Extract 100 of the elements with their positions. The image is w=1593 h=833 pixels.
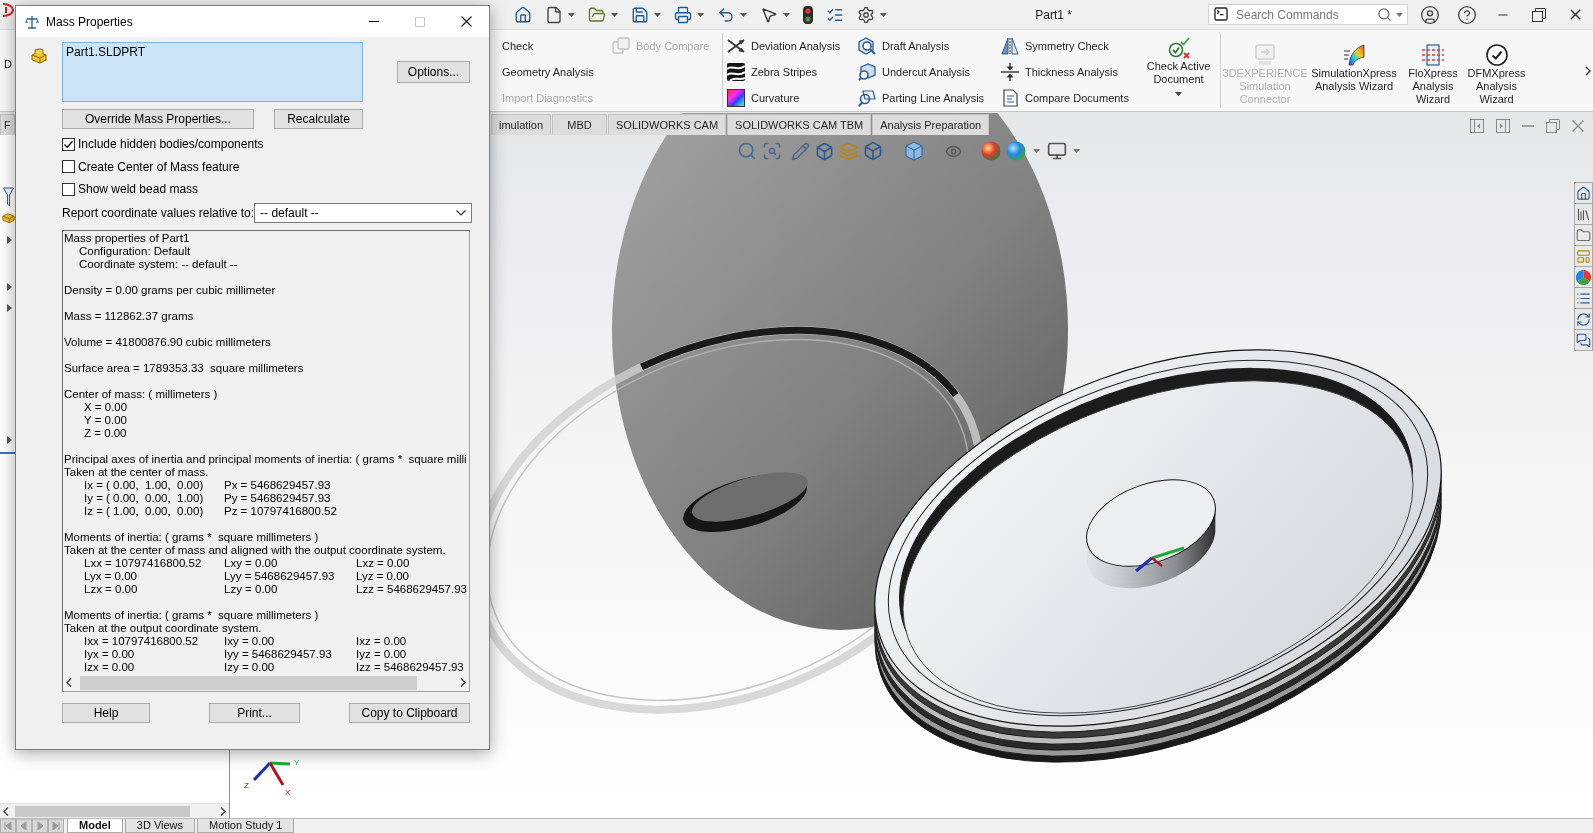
document-title: Part1 * — [1035, 7, 1072, 22]
caret-icon[interactable] — [697, 12, 704, 17]
ribbon-large-command[interactable]: FloXpress Analysis Wizard — [1403, 44, 1463, 106]
ribbon-command[interactable]: Curvature — [727, 85, 800, 111]
task-pane-tab[interactable] — [1574, 329, 1593, 351]
checkbox-label: Include hidden bodies/components — [78, 137, 264, 152]
recalculate-button[interactable]: Recalculate — [274, 109, 363, 129]
chevron-right-icon[interactable] — [1585, 65, 1591, 76]
task-pane-tab[interactable] — [1574, 266, 1593, 288]
panel-right-icon[interactable] — [1496, 118, 1510, 133]
task-pane-tab[interactable] — [1574, 224, 1593, 246]
close-icon[interactable] — [460, 16, 472, 27]
expand-arrow-icon[interactable] — [7, 436, 12, 444]
expand-arrow-icon[interactable] — [7, 283, 12, 291]
home-icon[interactable] — [514, 5, 532, 24]
ribbon-tab[interactable]: MBD — [552, 114, 608, 135]
ribbon-tab[interactable]: SOLIDWORKS CAM TBM — [727, 114, 872, 135]
expand-arrow-icon[interactable] — [7, 304, 12, 312]
task-pane-tab[interactable] — [1574, 308, 1593, 330]
ribbon-command[interactable]: Undercut Analysis — [858, 59, 971, 85]
horizontal-scrollbar[interactable] — [63, 674, 469, 691]
restore-icon[interactable] — [1532, 7, 1546, 22]
checkbox[interactable] — [62, 160, 75, 174]
view-tab[interactable]: 3D Views — [124, 819, 196, 833]
axis-triad-icon — [1135, 546, 1185, 573]
ribbon-command[interactable]: Thickness Analysis — [1001, 59, 1118, 85]
ribbon-large-command[interactable]: Check Active Document — [1141, 37, 1216, 96]
balance-scale-icon — [25, 14, 39, 29]
scroll-left-icon[interactable] — [3, 806, 9, 816]
task-pane-tab[interactable] — [1574, 287, 1593, 309]
caret-icon[interactable] — [1175, 92, 1182, 96]
caret-icon[interactable] — [654, 12, 661, 17]
panel-left-icon[interactable] — [1470, 118, 1484, 133]
result-text: Taken at the center of mass and aligned with the output coordinate system. — [64, 543, 446, 556]
ribbon-tab[interactable]: Analysis Preparation — [872, 114, 990, 135]
caret-icon[interactable] — [1396, 12, 1403, 17]
ribbon-command[interactable]: Parting Line Analysis — [858, 85, 985, 111]
scroll-right-icon[interactable] — [220, 806, 226, 816]
dialog-button[interactable]: Print... — [209, 702, 300, 723]
scroll-right-icon[interactable] — [460, 678, 466, 687]
caret-icon[interactable] — [740, 12, 747, 17]
part-icon[interactable] — [2, 210, 15, 224]
ribbon-large-command[interactable]: DFMXpress Analysis Wizard — [1463, 44, 1530, 106]
ribbon-command[interactable]: Geometry Analysis — [502, 59, 594, 85]
scrollbar-thumb[interactable] — [15, 805, 190, 817]
checkbox[interactable] — [62, 137, 75, 151]
scrollbar-thumb[interactable] — [80, 675, 417, 690]
coordinate-dropdown[interactable]: -- default -- — [254, 202, 473, 223]
result-text: Ix = ( 0.00, 1.00, 0.00) — [84, 478, 205, 492]
horizontal-scrollbar[interactable] — [0, 803, 229, 818]
overlapping-boxes-icon — [612, 37, 630, 55]
undo-icon[interactable] — [717, 5, 735, 24]
caret-icon[interactable] — [880, 12, 887, 17]
results-pane[interactable] — [62, 229, 470, 692]
ribbon-command[interactable]: Draft Analysis — [858, 33, 950, 59]
ribbon-tab[interactable]: F — [0, 114, 15, 135]
ribbon-command[interactable]: Symmetry Check — [1001, 33, 1109, 59]
selection-box[interactable]: Part1.SLDPRT — [62, 42, 363, 102]
view-tab[interactable]: Model — [67, 819, 123, 833]
checkbox[interactable] — [62, 182, 75, 196]
result-text: Ixz = 0.00 — [356, 634, 408, 648]
ribbon-tab[interactable]: imulation — [491, 114, 552, 135]
monitor-icon[interactable] — [1047, 141, 1067, 161]
options-button[interactable]: Options... — [397, 61, 470, 83]
save-icon[interactable] — [631, 5, 649, 24]
result-text: Ixx = 10797416800.52 — [84, 634, 200, 648]
dialog-button[interactable]: Help — [62, 702, 150, 723]
result-text: Lyy = 5468629457.93 — [224, 569, 336, 583]
printer-icon[interactable] — [674, 5, 692, 24]
ribbon-command[interactable]: Deviation Analysis — [727, 33, 841, 59]
ribbon-command[interactable]: Check — [502, 33, 534, 59]
search-icon[interactable] — [1377, 7, 1392, 22]
expand-arrow-icon[interactable] — [7, 236, 12, 244]
caret-icon[interactable] — [568, 12, 575, 17]
view-tab[interactable]: Motion Study 1 — [197, 819, 295, 833]
scroll-left-icon[interactable] — [66, 678, 72, 687]
ribbon-tab[interactable]: SOLIDWORKS CAM — [608, 114, 727, 135]
traffic-light-icon[interactable] — [803, 5, 813, 24]
ribbon-command[interactable]: Compare Documents — [1001, 85, 1129, 111]
user-icon[interactable] — [1420, 4, 1440, 25]
caret-icon[interactable] — [783, 12, 790, 17]
help-icon[interactable] — [1457, 4, 1477, 25]
list-item[interactable]: Part1.SLDPRT — [66, 45, 146, 59]
sphere-icon[interactable] — [1006, 141, 1026, 161]
caret-icon[interactable] — [611, 12, 618, 17]
color-wheel-icon — [1576, 269, 1591, 285]
result-text: Taken at the output coordinate system. — [64, 621, 262, 634]
search-field[interactable]: Search Commands — [1208, 4, 1408, 25]
pointer-icon[interactable] — [760, 5, 778, 24]
override-button[interactable]: Override Mass Properties... — [62, 109, 254, 129]
dialog-button[interactable]: Copy to Clipboard — [349, 702, 470, 723]
ribbon-command[interactable]: Zebra Stripes — [727, 59, 818, 85]
task-pane-tab[interactable] — [1574, 182, 1593, 204]
new-file-icon[interactable] — [545, 5, 563, 24]
shaded-cube-icon[interactable] — [904, 141, 924, 161]
settings-icon[interactable] — [857, 5, 875, 24]
open-folder-icon[interactable] — [588, 5, 606, 24]
task-pane-tab[interactable] — [1574, 203, 1593, 225]
color-sphere-icon[interactable] — [981, 141, 1001, 161]
logo-icon[interactable] — [2, 3, 14, 17]
